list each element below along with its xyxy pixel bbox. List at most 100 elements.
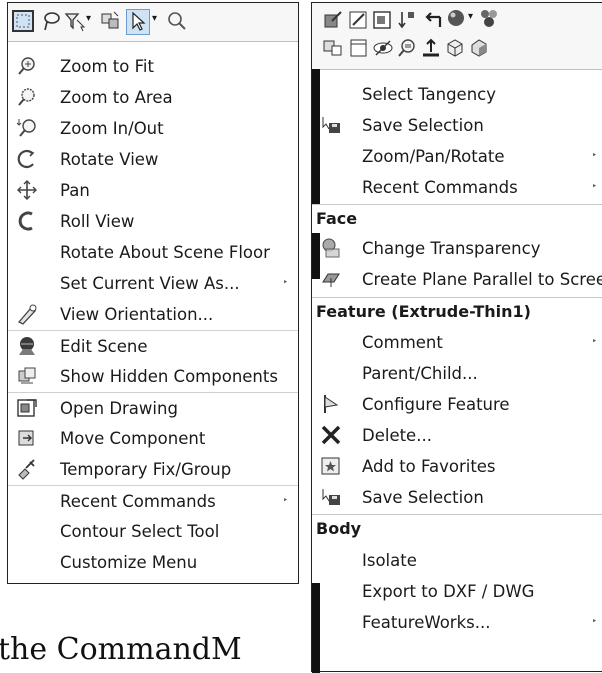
- menu-item-save-selection-feature[interactable]: Save Selection: [312, 482, 602, 513]
- menu-item-set-current-view-as[interactable]: Set Current View As... ‣: [8, 268, 298, 299]
- menu-item-select-tangency[interactable]: Select Tangency: [312, 79, 602, 110]
- menu-item-label: Zoom/Pan/Rotate: [362, 147, 505, 166]
- menu-item-create-plane-parallel[interactable]: Create Plane Parallel to Screen: [312, 264, 602, 295]
- dropdown-arrow-icon[interactable]: ▾: [152, 13, 162, 24]
- save-selection-icon: [320, 486, 342, 508]
- menu-item-label: Roll View: [60, 212, 135, 231]
- edit-part-icon[interactable]: [322, 9, 344, 31]
- menu-item-show-hidden-components[interactable]: Show Hidden Components: [8, 361, 298, 392]
- rollback-icon[interactable]: [396, 9, 418, 31]
- menu-item-label: Customize Menu: [60, 553, 198, 572]
- menu-item-label: Recent Commands: [60, 492, 216, 511]
- menu-item-isolate[interactable]: Isolate: [312, 545, 602, 576]
- menu-item-label: Set Current View As...: [60, 274, 240, 293]
- move-component-icon: [16, 427, 38, 449]
- zoom-to-selection-icon[interactable]: [396, 37, 418, 59]
- menu-item-featureworks[interactable]: FeatureWorks... ‣: [312, 607, 602, 638]
- zoom-to-area-icon: [16, 86, 38, 108]
- submenu-arrow-icon: ‣: [591, 151, 597, 161]
- menu-item-label: Configure Feature: [362, 395, 510, 414]
- menu-item-delete[interactable]: Delete...: [312, 420, 602, 451]
- open-drawing-icon: [16, 397, 38, 419]
- menu-item-pan[interactable]: Pan: [8, 175, 298, 206]
- menu-item-recent-commands[interactable]: Recent Commands ‣: [312, 172, 602, 203]
- appearance-icon[interactable]: [446, 7, 468, 29]
- menu-item-label: Pan: [60, 181, 90, 200]
- submenu-arrow-icon: ‣: [591, 182, 597, 192]
- submenu-arrow-icon: ‣: [591, 337, 597, 347]
- menu-item-zoom-in-out[interactable]: Zoom In/Out: [8, 113, 298, 144]
- menu-item-export-dxf-dwg[interactable]: Export to DXF / DWG: [312, 576, 602, 607]
- box-select-icon[interactable]: [12, 10, 34, 32]
- pointer-select-icon[interactable]: [126, 9, 150, 35]
- menu-item-contour-select-tool[interactable]: Contour Select Tool: [8, 516, 298, 547]
- menu-item-label: Parent/Child...: [362, 364, 478, 383]
- menu-item-configure-feature[interactable]: Configure Feature: [312, 389, 602, 420]
- lasso-select-icon[interactable]: [40, 10, 62, 32]
- edit-scene-icon: [16, 335, 38, 357]
- roll-view-icon: [16, 210, 38, 232]
- show-hidden-components-icon: [16, 365, 38, 387]
- menu-item-rotate-view[interactable]: Rotate View: [8, 144, 298, 175]
- menu-item-label: Edit Scene: [60, 337, 148, 356]
- menu-item-rotate-about-scene-floor[interactable]: Rotate About Scene Floor: [8, 237, 298, 268]
- menu-item-label: Save Selection: [362, 488, 484, 507]
- save-selection-icon: [320, 114, 342, 136]
- component-tree-icon[interactable]: [478, 7, 500, 29]
- menu-item-edit-scene[interactable]: Edit Scene: [8, 330, 298, 362]
- submenu-arrow-icon: ‣: [591, 617, 597, 627]
- return-arrow-icon[interactable]: [422, 9, 444, 31]
- menu-item-label: Rotate About Scene Floor: [60, 243, 270, 262]
- menu-item-parent-child[interactable]: Parent/Child...: [312, 358, 602, 389]
- menu-item-comment[interactable]: Comment ‣: [312, 327, 602, 358]
- menu-item-open-drawing[interactable]: Open Drawing: [8, 392, 298, 424]
- magnify-select-icon[interactable]: [166, 10, 188, 32]
- edit-sketch-icon[interactable]: [348, 9, 370, 31]
- context-toolbar: ▾: [312, 3, 602, 70]
- menu-item-label: Zoom to Area: [60, 88, 173, 107]
- zoom-to-fit-icon: [16, 55, 38, 77]
- menu-item-label: Add to Favorites: [362, 457, 496, 476]
- menu-item-view-orientation[interactable]: View Orientation...: [8, 299, 298, 330]
- rotate-view-icon: [16, 148, 38, 170]
- menu-item-roll-view[interactable]: Roll View: [8, 206, 298, 237]
- menu-item-label: Rotate View: [60, 150, 159, 169]
- move-component-icon[interactable]: [322, 37, 344, 59]
- menu-item-temporary-fix-group[interactable]: Temporary Fix/Group: [8, 454, 298, 485]
- open-drawing-icon[interactable]: [372, 9, 394, 31]
- menu-item-label: View Orientation...: [60, 305, 214, 324]
- change-transparency-icon: [320, 237, 342, 259]
- sheet-icon[interactable]: [348, 37, 370, 59]
- isometric-cube-icon[interactable]: [444, 37, 466, 59]
- menu-item-zoom-to-area[interactable]: Zoom to Area: [8, 82, 298, 113]
- dropdown-arrow-icon[interactable]: ▾: [86, 13, 96, 24]
- view-cube-icon[interactable]: [468, 37, 490, 59]
- menu-item-label: Create Plane Parallel to Screen: [362, 270, 602, 289]
- menu-item-label: Move Component: [60, 429, 206, 448]
- normal-to-icon[interactable]: [420, 37, 442, 59]
- menu-item-zoom-pan-rotate[interactable]: Zoom/Pan/Rotate ‣: [312, 141, 602, 172]
- favorites-star-icon: [320, 455, 342, 477]
- menu-item-save-selection[interactable]: Save Selection: [312, 110, 602, 141]
- dropdown-arrow-icon[interactable]: ▾: [468, 11, 478, 22]
- hide-show-icon[interactable]: [372, 37, 394, 59]
- configure-feature-icon: [320, 393, 342, 415]
- temporary-fix-icon: [16, 458, 38, 480]
- submenu-arrow-icon: ‣: [282, 278, 288, 288]
- menu-item-zoom-to-fit[interactable]: Zoom to Fit: [8, 51, 298, 82]
- selection-toolbar: ▾ ▾: [8, 3, 298, 42]
- filter-select-icon[interactable]: [64, 10, 86, 32]
- menu-item-label: Zoom In/Out: [60, 119, 164, 138]
- menu-item-add-to-favorites[interactable]: Add to Favorites: [312, 451, 602, 482]
- menu-item-label: Recent Commands: [362, 178, 518, 197]
- menu-item-label: Contour Select Tool: [60, 522, 220, 541]
- context-menu-feature: ▾ Select Tangency Save Selection Zoom/Pa…: [311, 2, 602, 673]
- menu-item-recent-commands[interactable]: Recent Commands ‣: [8, 485, 298, 517]
- menu-item-label: Zoom to Fit: [60, 57, 154, 76]
- component-select-icon[interactable]: [100, 10, 122, 32]
- submenu-arrow-icon: ‣: [282, 496, 288, 506]
- menu-item-change-transparency[interactable]: Change Transparency: [312, 233, 602, 264]
- menu-item-move-component[interactable]: Move Component: [8, 423, 298, 454]
- section-header-face: Face: [312, 204, 602, 233]
- menu-item-customize-menu[interactable]: Customize Menu: [8, 547, 298, 578]
